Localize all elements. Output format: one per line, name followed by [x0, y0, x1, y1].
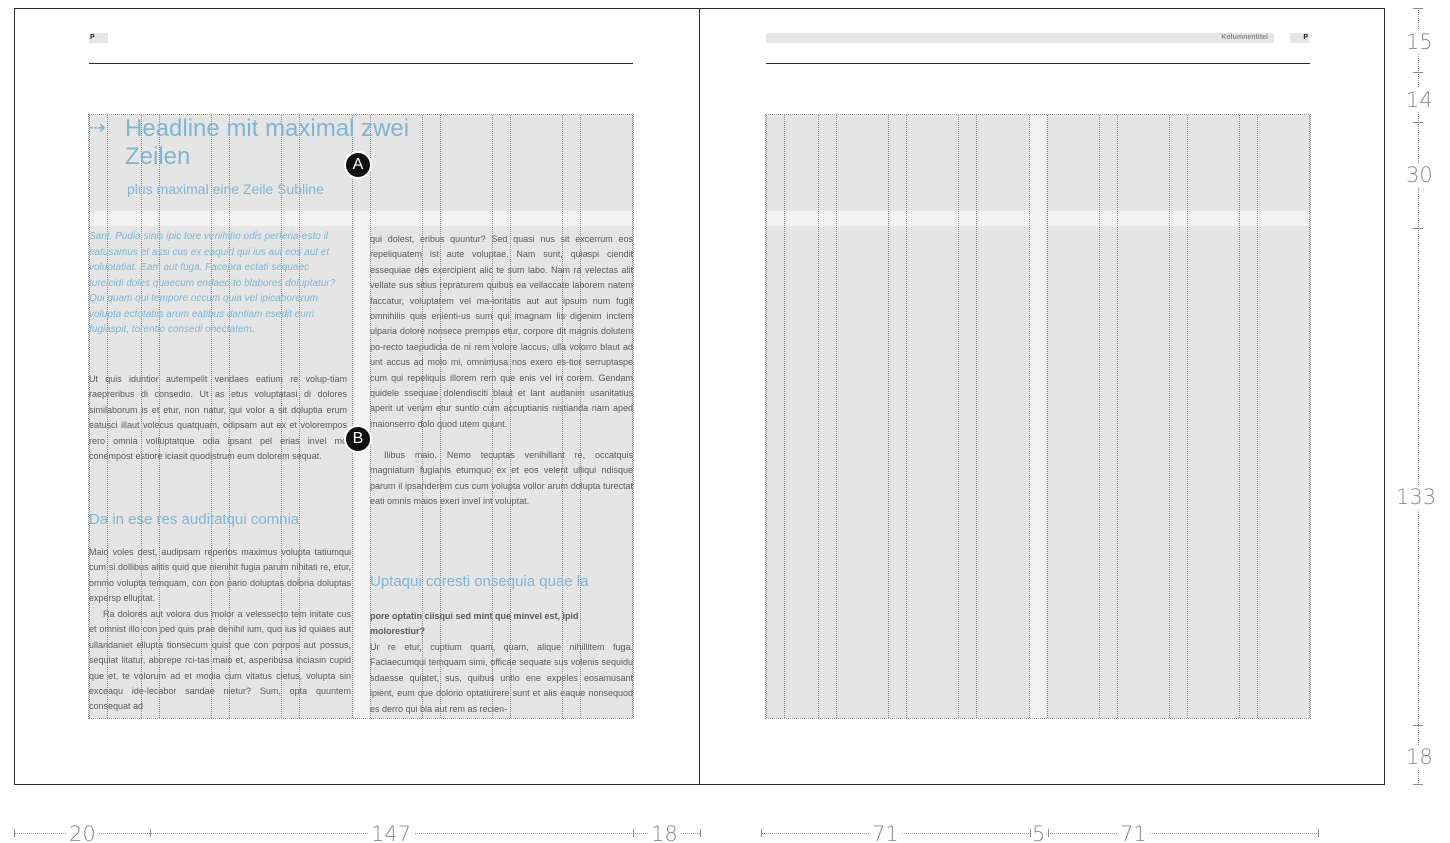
- dim-label-5: 5: [1032, 822, 1046, 843]
- column-guide-line: [352, 115, 353, 718]
- column-guide-line: [1309, 115, 1310, 718]
- right-type-area: [765, 114, 1311, 719]
- body-text-3b: Ilibus maio. Nemo tecuptas venihillant r…: [370, 450, 633, 507]
- horizontal-tick: [761, 829, 762, 837]
- column-guide-line: [906, 115, 907, 718]
- column-guide-line: [1117, 115, 1118, 718]
- column-guide-line: [1099, 115, 1100, 718]
- column-guide-line: [1029, 115, 1030, 718]
- horizontal-tick: [1048, 829, 1049, 837]
- headline-arrow-icon: ⇢: [89, 117, 106, 139]
- dim-label-14: 14: [1406, 88, 1433, 112]
- column-guide-line: [818, 115, 819, 718]
- horizontal-tick: [150, 829, 151, 837]
- column-guide-line: [1239, 115, 1240, 718]
- column-guide-line: [784, 115, 785, 718]
- body-text-2b: Ra dolores aut volora dus molor a veless…: [89, 609, 351, 712]
- right-page-number-marker: P: [1290, 33, 1309, 43]
- dim-label-71-right: 71: [1117, 822, 1150, 843]
- column-guide-line: [766, 115, 767, 718]
- left-center-gutter: [352, 226, 370, 718]
- dim-label-147: 147: [368, 822, 415, 843]
- dim-label-18-bottom: 18: [648, 822, 681, 843]
- column-guide-line: [888, 115, 889, 718]
- column-guide-line: [1257, 115, 1258, 718]
- headline: Headline mit maximal zwei Zeilen: [125, 115, 410, 170]
- vertical-tick: [1413, 725, 1423, 726]
- horizontal-tick: [700, 829, 701, 837]
- spine-line: [699, 8, 700, 785]
- left-page-number-marker: P: [89, 33, 108, 43]
- column-guide-line: [1047, 115, 1048, 718]
- bold-lead: pore optatin ciisqui sed mint que minvel…: [370, 611, 579, 636]
- running-head: Kolumnentitel: [766, 33, 1274, 43]
- column-guide-line: [836, 115, 837, 718]
- intro-text: Sant. Pudia sinis ipic tore venihitio od…: [89, 231, 336, 335]
- left-horizontal-band: [89, 211, 633, 226]
- dim-label-18: 18: [1406, 745, 1433, 769]
- vertical-dimension-line: [1418, 8, 1419, 785]
- subhead-left: Da in ese res auditatqui comnia: [89, 511, 300, 528]
- column-guide-line: [958, 115, 959, 718]
- marker-a: A: [344, 151, 372, 179]
- body-text-2: Maio voles dest, audipsam reperios maxim…: [89, 547, 351, 604]
- body-text-1: Ut quis iduntior autempelit vendaes eati…: [89, 374, 347, 462]
- vertical-tick: [1413, 228, 1423, 229]
- marker-b: B: [344, 425, 372, 453]
- subline: plus maximal eine Zeile Subline: [127, 181, 324, 197]
- subhead-right: Uptaqui coresti onsequia quae la: [370, 573, 589, 590]
- dim-label-71-left: 71: [869, 822, 902, 843]
- horizontal-tick: [1030, 829, 1031, 837]
- vertical-tick: [1413, 8, 1423, 9]
- right-center-gutter: [1029, 115, 1047, 718]
- right-header-rule: [766, 63, 1310, 64]
- vertical-tick: [1413, 72, 1423, 73]
- dim-label-133: 133: [1396, 485, 1437, 509]
- horizontal-tick: [14, 829, 15, 837]
- left-header-rule: [89, 63, 633, 64]
- horizontal-tick: [633, 829, 634, 837]
- dim-label-20: 20: [66, 822, 99, 843]
- column-guide-line: [1169, 115, 1170, 718]
- column-guide-line: [976, 115, 977, 718]
- vertical-tick: [1413, 784, 1423, 785]
- body-text-3: qui dolest, eribus quuntur? Sed quasi nu…: [370, 234, 633, 429]
- column-guide-line: [1187, 115, 1188, 718]
- left-type-area: ⇢ Headline mit maximal zwei Zeilen plus …: [88, 114, 634, 719]
- body-text-4: Ur re etur, cuptium quam, quam, alique n…: [370, 642, 633, 714]
- dim-label-30: 30: [1406, 163, 1433, 187]
- horizontal-tick: [1318, 829, 1319, 837]
- vertical-tick: [1413, 122, 1423, 123]
- dim-label-15: 15: [1406, 30, 1433, 54]
- horizontal-dimension-line-left: [14, 833, 700, 834]
